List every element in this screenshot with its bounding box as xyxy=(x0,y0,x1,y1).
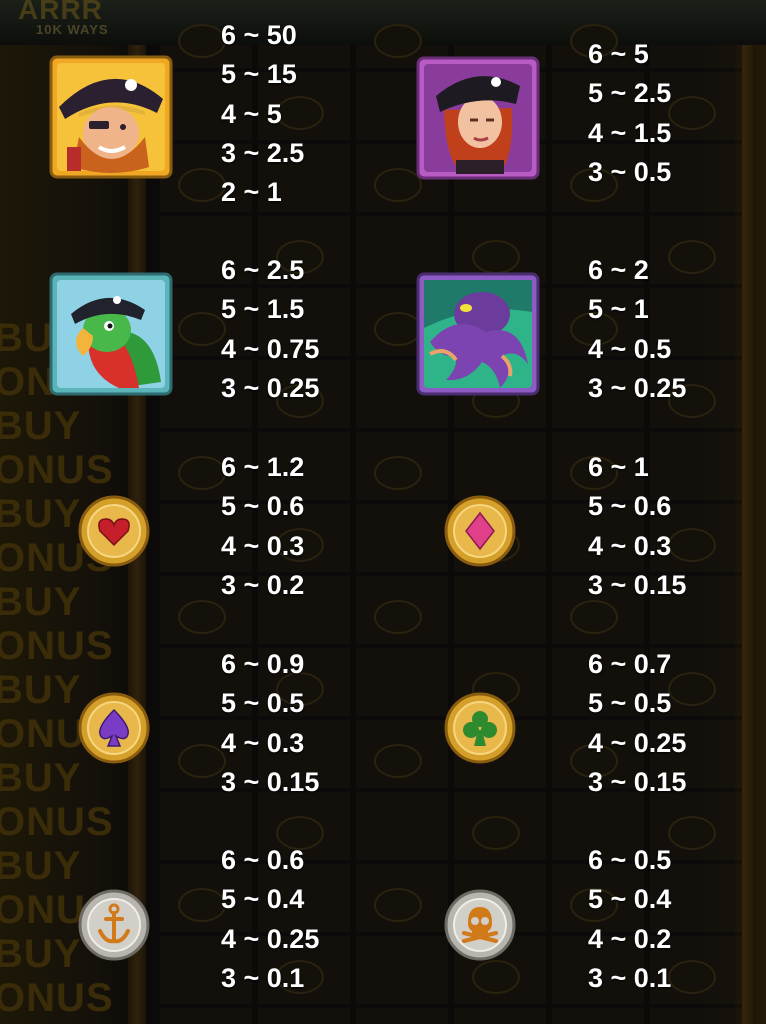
pay-value: 5 ~ 15 xyxy=(221,59,297,90)
background-coin xyxy=(374,600,422,634)
pay-value: 5 ~ 0.6 xyxy=(221,491,305,522)
background-bonus-word: BUY xyxy=(0,844,82,888)
pay-value: 4 ~ 0.75 xyxy=(221,333,320,364)
background-bonus-word: BUY xyxy=(0,404,82,448)
pay-value: 3 ~ 0.15 xyxy=(588,569,687,600)
background-coin xyxy=(374,168,422,202)
background-bonus-word: BUY xyxy=(0,492,82,536)
pay-value: 6 ~ 2.5 xyxy=(221,255,305,285)
octopus-icon xyxy=(416,272,540,396)
pay-value: 4 ~ 1.5 xyxy=(588,117,672,148)
paytable-values: 6 ~ 2 5 ~ 1 4 ~ 0.5 3 ~ 0.25 xyxy=(588,251,686,408)
paytable-values: 6 ~ 0.7 5 ~ 0.5 4 ~ 0.25 3 ~ 0.15 xyxy=(588,645,686,802)
background-coin xyxy=(374,456,422,490)
pay-value: 3 ~ 2.5 xyxy=(221,137,305,168)
pirate-woman-icon xyxy=(416,56,540,180)
pay-value: 6 ~ 2 xyxy=(588,255,649,285)
paytable-values: 6 ~ 0.6 5 ~ 0.4 4 ~ 0.25 3 ~ 0.1 xyxy=(221,841,319,998)
paytable-values: 6 ~ 2.5 5 ~ 1.5 4 ~ 0.75 3 ~ 0.25 xyxy=(221,251,319,408)
pay-value: 4 ~ 0.3 xyxy=(221,727,305,758)
background-coin xyxy=(472,240,520,274)
pay-value: 6 ~ 1.2 xyxy=(221,452,305,482)
pay-value: 3 ~ 0.15 xyxy=(588,766,687,797)
pay-value: 5 ~ 0.5 xyxy=(588,688,672,719)
background-coin xyxy=(668,816,716,850)
background-coin xyxy=(178,312,226,346)
pay-value: 6 ~ 5 xyxy=(588,39,649,69)
background-bonus-word: ONUS xyxy=(0,976,114,1020)
background-coin xyxy=(668,960,716,994)
pay-value: 5 ~ 1.5 xyxy=(221,294,305,325)
spade-coin-icon xyxy=(78,692,150,764)
background-coin xyxy=(178,600,226,634)
background-coin xyxy=(668,96,716,130)
background-coin xyxy=(374,312,422,346)
pay-value: 6 ~ 0.9 xyxy=(221,649,305,679)
pay-value: 2 ~ 1 xyxy=(221,177,282,208)
pay-value: 5 ~ 2.5 xyxy=(588,78,672,109)
background-coin xyxy=(178,168,226,202)
background-bonus-word: ONUS xyxy=(0,448,114,492)
pay-value: 6 ~ 0.7 xyxy=(588,649,672,679)
heart-coin-icon xyxy=(78,495,150,567)
background-coin xyxy=(178,456,226,490)
background-coin xyxy=(374,24,422,58)
background-coin xyxy=(178,888,226,922)
background-coin xyxy=(178,744,226,778)
pay-value: 3 ~ 0.1 xyxy=(588,962,672,993)
paytable-values: 6 ~ 5 5 ~ 2.5 4 ~ 1.5 3 ~ 0.5 xyxy=(588,35,671,192)
pay-value: 5 ~ 0.4 xyxy=(221,884,305,915)
background-bonus-word: BU xyxy=(0,316,54,360)
pay-value: 5 ~ 0.6 xyxy=(588,491,672,522)
game-logo: ARRR 10K WAYS xyxy=(18,0,109,37)
pay-value: 6 ~ 1 xyxy=(588,452,649,482)
pay-value: 6 ~ 0.6 xyxy=(221,845,305,875)
paytable-values: 6 ~ 1.2 5 ~ 0.6 4 ~ 0.3 3 ~ 0.2 xyxy=(221,448,304,605)
pirate-captain-icon xyxy=(49,55,173,179)
paytable-values: 6 ~ 0.9 5 ~ 0.5 4 ~ 0.3 3 ~ 0.15 xyxy=(221,645,319,802)
game-logo-subtitle: 10K WAYS xyxy=(36,22,109,37)
background-bonus-word: BUY xyxy=(0,932,82,976)
background-bonus-word: BUY xyxy=(0,756,82,800)
paytable-values: 6 ~ 0.5 5 ~ 0.4 4 ~ 0.2 3 ~ 0.1 xyxy=(588,841,671,998)
background-bonus-word: BUY xyxy=(0,668,82,712)
paytable-values: 6 ~ 1 5 ~ 0.6 4 ~ 0.3 3 ~ 0.15 xyxy=(588,448,686,605)
pay-value: 4 ~ 0.2 xyxy=(588,923,672,954)
background-bonus-word: ONUS xyxy=(0,800,114,844)
background-coin xyxy=(374,888,422,922)
club-coin-icon xyxy=(444,692,516,764)
pay-value: 3 ~ 0.25 xyxy=(588,372,687,403)
pay-value: 3 ~ 0.25 xyxy=(221,372,320,403)
background-coin xyxy=(178,24,226,58)
background-bonus-word: BUY xyxy=(0,580,82,624)
paytable-values: 6 ~ 50 5 ~ 15 4 ~ 5 3 ~ 2.5 2 ~ 1 xyxy=(221,16,304,212)
skull-coin-icon xyxy=(444,889,516,961)
pay-value: 4 ~ 0.25 xyxy=(588,727,687,758)
pay-value: 4 ~ 0.3 xyxy=(221,530,305,561)
pay-value: 4 ~ 0.25 xyxy=(221,923,320,954)
background-coin xyxy=(472,960,520,994)
pay-value: 4 ~ 0.5 xyxy=(588,333,672,364)
pay-value: 5 ~ 0.5 xyxy=(221,688,305,719)
background-coin xyxy=(374,744,422,778)
background-coin xyxy=(472,816,520,850)
pay-value: 6 ~ 50 xyxy=(221,20,297,50)
background-bonus-word: ONUS xyxy=(0,624,114,668)
pay-value: 4 ~ 5 xyxy=(221,98,282,129)
diamond-coin-icon xyxy=(444,495,516,567)
pay-value: 3 ~ 0.1 xyxy=(221,962,305,993)
pay-value: 5 ~ 1 xyxy=(588,294,649,325)
pay-value: 3 ~ 0.2 xyxy=(221,569,305,600)
parrot-icon xyxy=(49,272,173,396)
pay-value: 4 ~ 0.3 xyxy=(588,530,672,561)
pay-value: 5 ~ 0.4 xyxy=(588,884,672,915)
pay-value: 3 ~ 0.15 xyxy=(221,766,320,797)
anchor-coin-icon xyxy=(78,889,150,961)
pay-value: 3 ~ 0.5 xyxy=(588,156,672,187)
pay-value: 6 ~ 0.5 xyxy=(588,845,672,875)
